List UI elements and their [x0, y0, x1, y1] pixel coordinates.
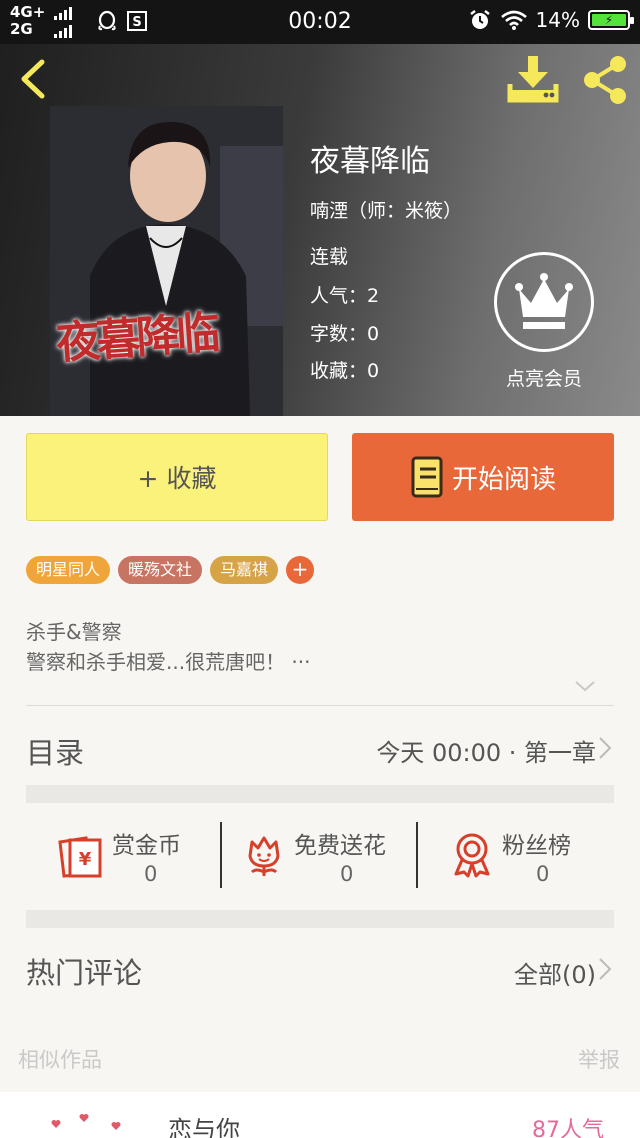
fan-ranking-feature[interactable]: 粉丝榜 0	[452, 820, 612, 892]
flower-icon	[248, 836, 280, 876]
section-band	[26, 910, 614, 928]
battery-percent: 14%	[535, 8, 580, 32]
vip-label[interactable]: 点亮会员	[486, 364, 602, 391]
share-button[interactable]	[580, 54, 630, 106]
tag-item[interactable]: 明星同人	[26, 556, 111, 584]
bounty-coin-count: 0	[144, 862, 158, 886]
cover-title: 夜暮降临	[54, 307, 218, 370]
book-header: 夜暮降临 夜暮降临 喃湮（师：米筱） 连载 人气：2 字数：0 收藏：0 点亮会…	[0, 44, 640, 416]
similar-work-popularity: 87人气	[532, 1118, 604, 1138]
similar-work-item[interactable]: 恋与你 87人气	[0, 1092, 640, 1138]
chevron-right-icon[interactable]	[598, 957, 612, 981]
status-bar: 4G+ 2G S 00:02 14% ⚡	[0, 0, 640, 44]
tag-item[interactable]: 马嘉祺	[210, 556, 279, 584]
chevron-right-icon[interactable]	[598, 736, 612, 760]
catalog-title[interactable]: 目录	[26, 730, 84, 772]
book-thumbnail	[51, 1114, 121, 1130]
favorites-stat: 收藏：0	[310, 360, 380, 382]
description-line: 杀手&警察	[26, 620, 122, 644]
book-status: 连载	[310, 246, 349, 268]
wifi-icon	[500, 10, 527, 30]
back-button[interactable]	[14, 56, 54, 102]
divider	[26, 705, 614, 706]
book-icon	[411, 456, 443, 498]
book-title: 夜暮降临	[310, 144, 430, 179]
battery-icon: ⚡	[588, 10, 634, 30]
download-button[interactable]	[506, 54, 562, 106]
tag-item[interactable]: 暖殇文社	[118, 556, 203, 584]
svg-text:¥: ¥	[79, 849, 92, 870]
send-flower-label: 免费送花	[294, 833, 386, 859]
section-band	[26, 785, 614, 803]
all-comments-link[interactable]: 全部(0)	[514, 955, 596, 990]
bounty-coin-label: 赏金币	[112, 833, 181, 859]
report-link[interactable]: 举报	[578, 1044, 620, 1074]
fan-ranking-label: 粉丝榜	[502, 833, 571, 859]
word-count-stat: 字数：0	[310, 323, 380, 345]
catalog-latest-chapter[interactable]: 今天 00:00 · 第一章	[376, 733, 596, 768]
expand-chevron-icon[interactable]	[574, 678, 596, 694]
hot-comments-title: 热门评论	[26, 956, 143, 990]
similar-works-title: 相似作品	[18, 1048, 102, 1072]
add-tag-button[interactable]: +	[286, 556, 315, 584]
popularity-stat: 人气：2	[310, 285, 380, 307]
crown-icon	[515, 273, 573, 329]
start-reading-label: 开始阅读	[451, 464, 556, 495]
vip-button[interactable]	[494, 252, 594, 352]
tag-list: 明星同人 暖殇文社 马嘉祺 +	[26, 556, 315, 584]
book-author[interactable]: 喃湮（师：米筱）	[310, 196, 462, 223]
send-flower-count: 0	[340, 862, 354, 886]
bounty-coin-feature[interactable]: ¥ 赏金币 0	[56, 820, 216, 892]
bounty-coin-icon: ¥	[58, 836, 102, 878]
feature-divider	[220, 822, 222, 888]
alarm-icon	[469, 10, 490, 29]
favorite-button[interactable]: + 收藏	[26, 433, 328, 521]
description-line: 警察和杀手相爱...很荒唐吧！ ···	[26, 650, 311, 674]
fan-ranking-count: 0	[536, 862, 550, 886]
book-cover[interactable]: 夜暮降临	[50, 106, 283, 416]
similar-work-title: 恋与你	[168, 1116, 240, 1138]
feature-divider	[416, 822, 418, 888]
start-reading-button[interactable]: 开始阅读	[352, 433, 614, 521]
send-flower-feature[interactable]: 免费送花 0	[244, 820, 414, 892]
ribbon-medal-icon	[454, 833, 490, 878]
